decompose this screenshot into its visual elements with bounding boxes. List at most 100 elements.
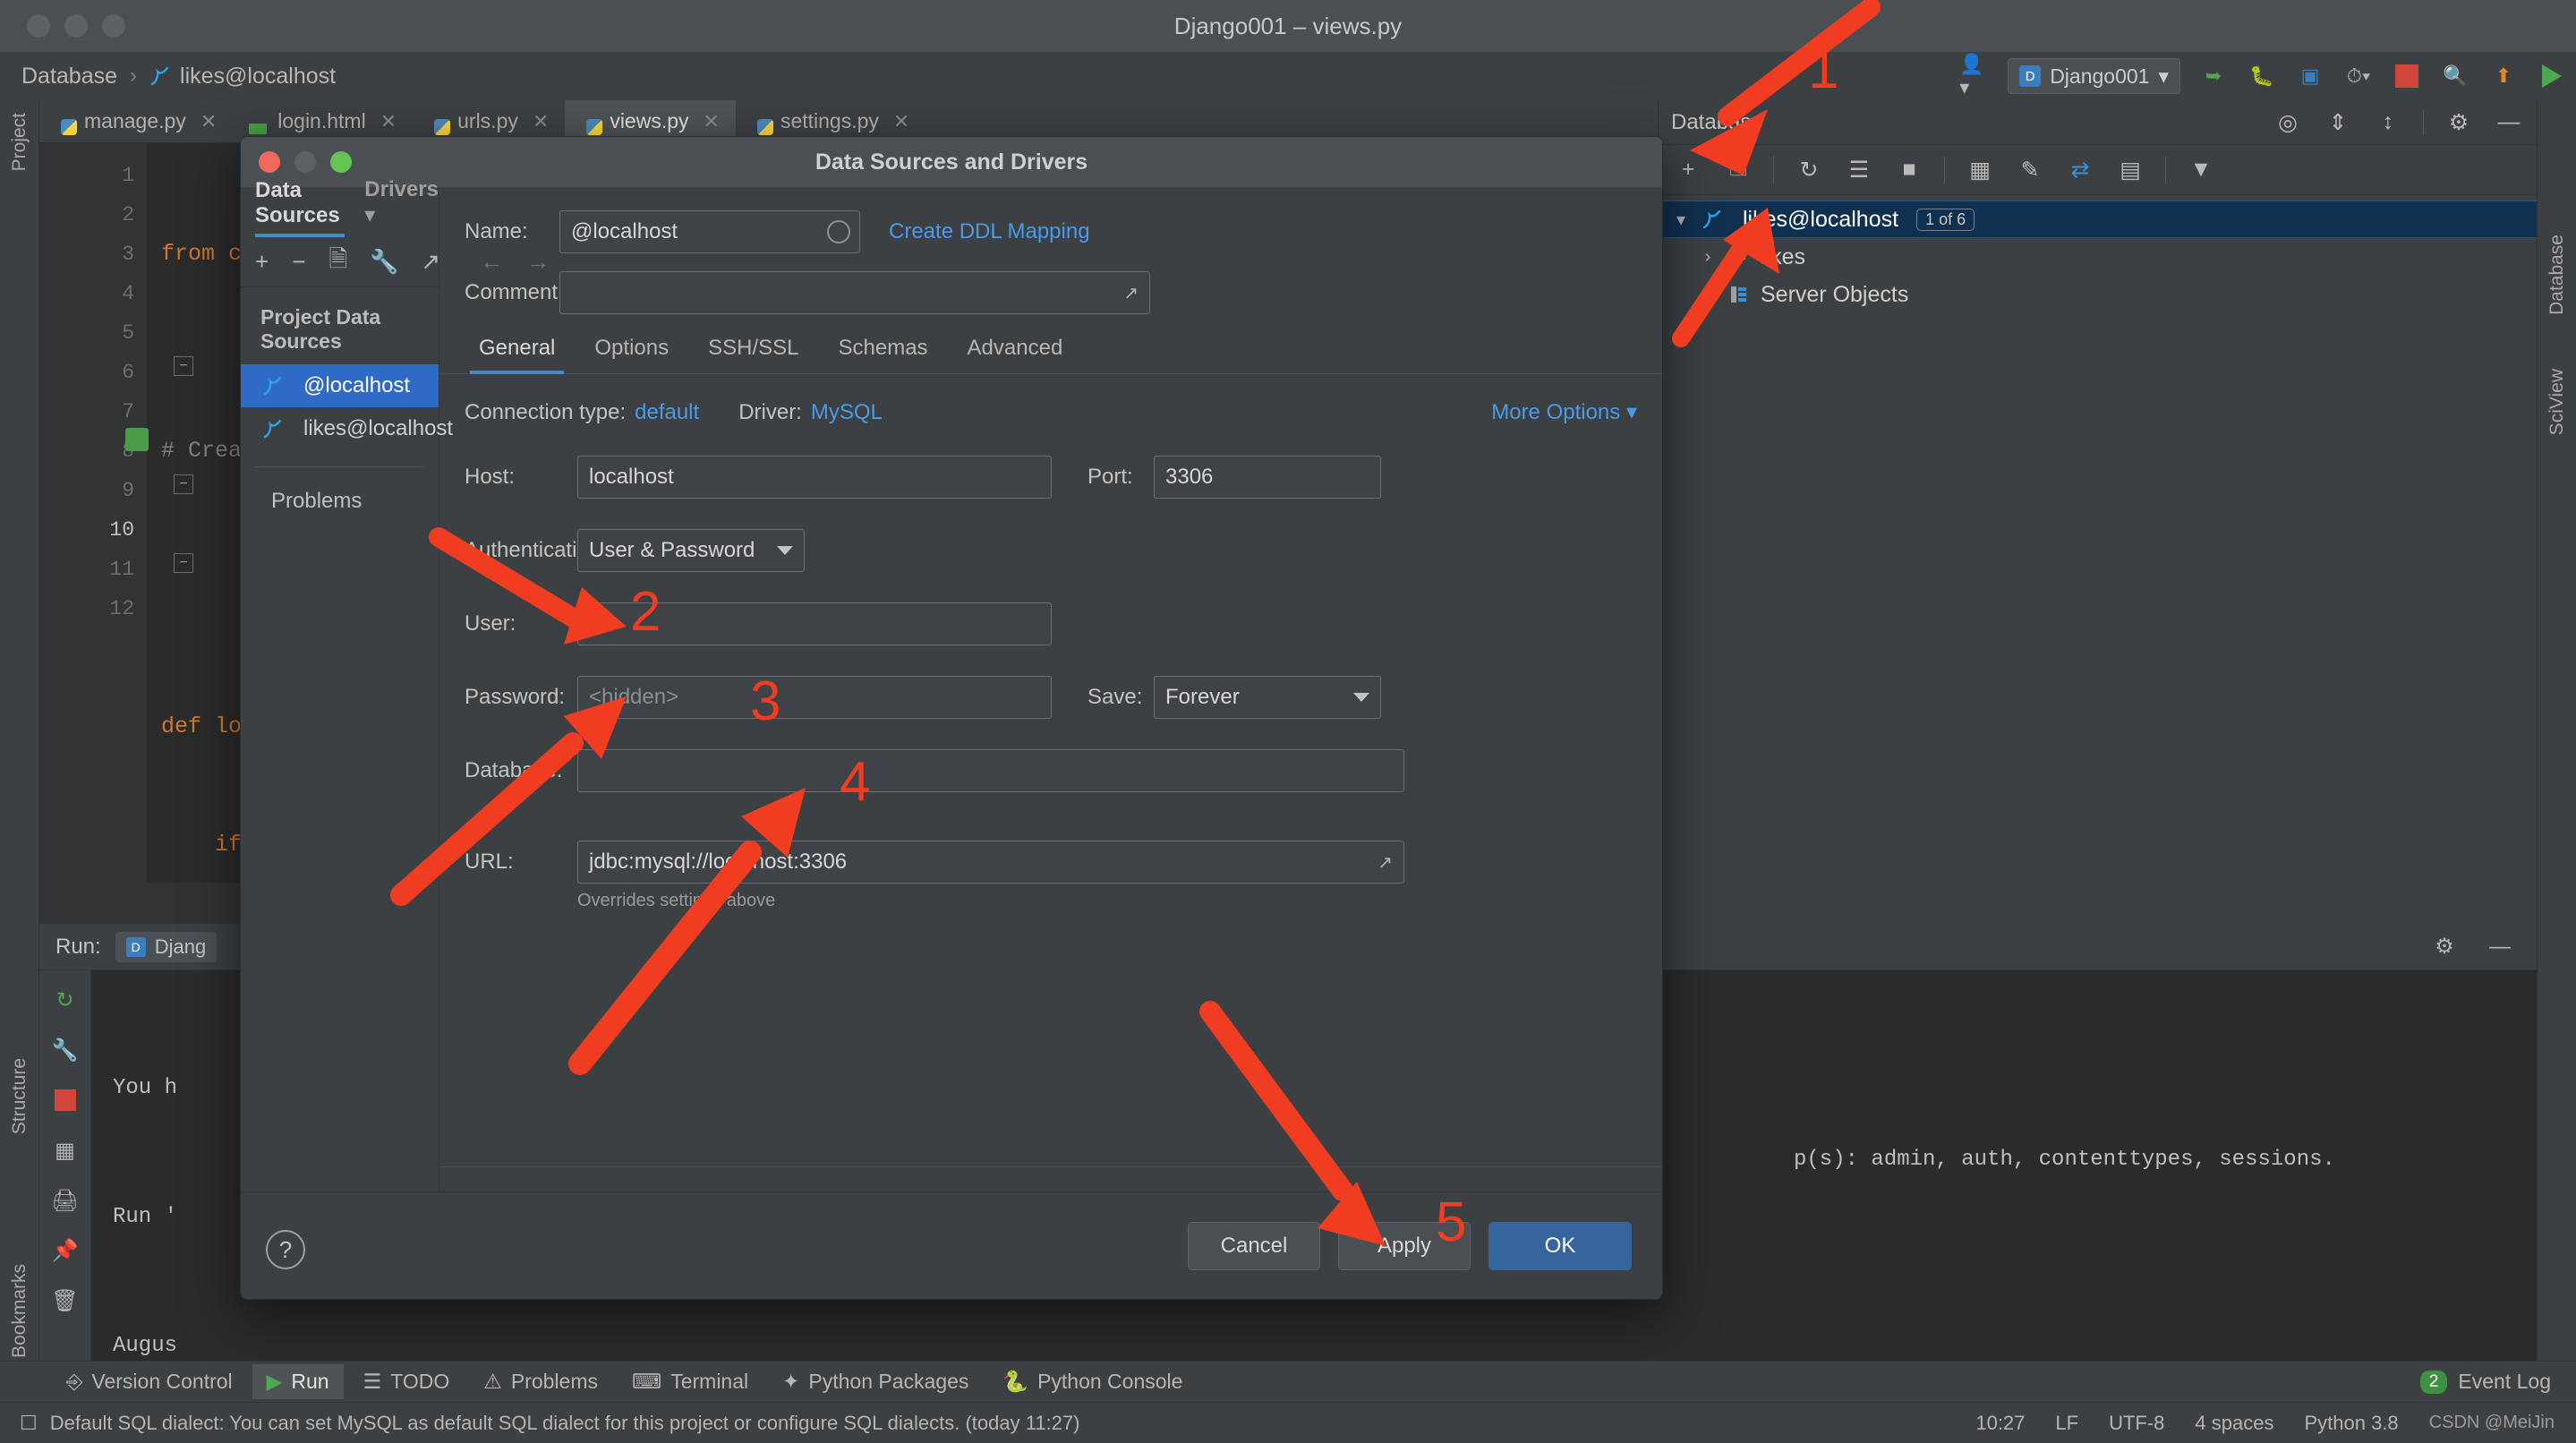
tree-node-likes[interactable]: › likes <box>1659 238 2537 276</box>
save-select[interactable]: Forever <box>1154 676 1381 719</box>
add-icon[interactable]: + <box>1673 155 1703 185</box>
expand-icon[interactable]: ↗ <box>1123 282 1139 304</box>
left-strip-label-structure[interactable]: Structure <box>9 1058 30 1134</box>
minimize-icon[interactable]: — <box>2494 107 2524 138</box>
profile-icon[interactable]: ⏱▾ <box>2343 61 2374 91</box>
comment-input[interactable]: ↗ <box>559 271 1150 314</box>
port-input[interactable]: 3306 <box>1154 456 1381 499</box>
cancel-button[interactable]: Cancel <box>1188 1221 1320 1270</box>
name-input[interactable]: @localhost <box>559 210 860 253</box>
left-strip-label-bookmarks[interactable]: Bookmarks <box>9 1264 30 1358</box>
copy-icon[interactable]: 🗎 <box>328 245 347 276</box>
create-ddl-mapping-link[interactable]: Create DDL Mapping <box>889 219 1090 244</box>
host-input[interactable]: localhost <box>577 456 1052 499</box>
database-input[interactable] <box>577 749 1404 792</box>
locate-icon[interactable]: ◎ <box>2273 107 2303 138</box>
stop-icon[interactable]: ■ <box>1894 155 1924 185</box>
right-strip-label-sciview[interactable]: SciView <box>2546 369 2568 435</box>
table-icon[interactable]: ▦ <box>50 1135 81 1166</box>
add-icon[interactable]: + <box>255 248 269 276</box>
ok-button[interactable]: OK <box>1488 1221 1632 1270</box>
refresh-icon[interactable]: ↻ <box>1794 155 1824 185</box>
tree-node-likes-at-localhost[interactable]: ▾ likes@localhost 1 of 6 <box>1659 201 2537 238</box>
chevron-right-icon[interactable]: › <box>1698 247 1718 268</box>
run-icon[interactable]: ➥ <box>2198 61 2229 91</box>
table-icon[interactable]: ▦ <box>1965 155 1995 185</box>
settings-gear-icon[interactable]: ⚙ <box>2429 932 2460 962</box>
connection-type-value[interactable]: default <box>635 400 699 425</box>
tab-advanced[interactable]: Advanced <box>948 327 1083 373</box>
driver-value[interactable]: MySQL <box>811 400 883 425</box>
tab-ssh-ssl[interactable]: SSH/SSL <box>688 327 818 373</box>
tab-schemas[interactable]: Schemas <box>819 327 948 373</box>
diff-icon[interactable]: ⇄ <box>2065 155 2095 185</box>
bottom-tab-terminal[interactable]: ⌨ Terminal <box>618 1364 763 1399</box>
share-icon[interactable]: ↗ <box>421 248 440 276</box>
problems-label[interactable]: Problems <box>241 483 439 514</box>
status-encoding[interactable]: UTF-8 <box>2109 1412 2164 1435</box>
edit-icon[interactable]: ✎ <box>2015 155 2045 185</box>
breadcrumb-root[interactable]: Database <box>21 64 117 90</box>
status-interpreter[interactable]: Python 3.8 <box>2304 1412 2398 1435</box>
editor-tab-manage-py[interactable]: manage.py ✕ <box>39 100 233 142</box>
run-gutter-icon[interactable] <box>125 428 149 451</box>
filter-icon[interactable]: ▼ <box>2186 155 2216 185</box>
query-console-icon[interactable]: ▤ <box>2115 155 2145 185</box>
bottom-tab-run[interactable]: ▶ Run <box>252 1364 344 1399</box>
wrench-icon[interactable]: 🔧 <box>370 248 398 276</box>
coverage-icon[interactable]: ▣ <box>2295 61 2325 91</box>
fold-marker-icon[interactable]: − <box>174 356 193 376</box>
close-icon[interactable]: ✕ <box>893 110 909 133</box>
status-message[interactable]: Default SQL dialect: You can set MySQL a… <box>50 1412 1080 1435</box>
trash-icon[interactable]: 🗑 <box>50 1285 81 1316</box>
password-input[interactable]: <hidden> <box>577 676 1052 719</box>
pin-icon[interactable]: 📌 <box>50 1235 81 1266</box>
bottom-tab-problems[interactable]: ⚠ Problems <box>469 1364 612 1399</box>
tab-drivers[interactable]: Drivers ▾ <box>364 177 439 237</box>
left-strip-label-project[interactable]: Project <box>9 113 30 171</box>
stop-icon[interactable] <box>2392 61 2422 91</box>
bottom-tab-todo[interactable]: ☰ TODO <box>349 1364 465 1399</box>
tab-options[interactable]: Options <box>575 327 688 373</box>
sync-icon[interactable]: ☰ <box>1844 155 1874 185</box>
remove-icon[interactable]: − <box>292 248 305 276</box>
rerun-icon[interactable]: ↻ <box>50 985 81 1015</box>
close-icon[interactable]: ✕ <box>533 110 549 133</box>
close-icon[interactable]: ✕ <box>380 110 397 133</box>
status-indent[interactable]: 4 spaces <box>2195 1412 2273 1435</box>
chevron-right-icon[interactable]: › <box>1698 285 1718 305</box>
search-icon[interactable]: 🔍 <box>2440 61 2470 91</box>
debug-icon[interactable]: 🐛 <box>2247 61 2277 91</box>
run-configuration-selector[interactable]: D Django001 ▾ <box>2008 58 2180 94</box>
tab-data-sources[interactable]: Data Sources <box>255 178 345 237</box>
chevron-down-icon[interactable]: ▾ <box>1671 209 1691 231</box>
bottom-tab-version-control[interactable]: ⎆ Version Control <box>52 1364 247 1399</box>
status-line-separator[interactable]: LF <box>2055 1412 2078 1435</box>
close-icon[interactable]: ✕ <box>200 110 217 133</box>
help-button[interactable]: ? <box>266 1230 305 1269</box>
event-log-area[interactable]: 2 Event Log <box>2419 1370 2576 1394</box>
update-icon[interactable]: ⬆ <box>2488 61 2519 91</box>
run-window-config-chip[interactable]: D Djang <box>115 931 218 962</box>
play-icon[interactable] <box>2537 61 2567 91</box>
stop-icon[interactable] <box>50 1085 81 1115</box>
close-icon[interactable]: ✕ <box>704 110 720 133</box>
bottom-tab-python-console[interactable]: 🐍 Python Console <box>988 1364 1197 1399</box>
bottom-tab-python-packages[interactable]: ✦ Python Packages <box>768 1364 983 1399</box>
breadcrumb-current[interactable]: likes@localhost <box>180 64 336 90</box>
minimize-icon[interactable]: — <box>2485 932 2515 962</box>
wrench-icon[interactable]: 🔧 <box>50 1035 81 1065</box>
data-source-item-localhost[interactable]: @localhost <box>241 364 439 407</box>
fold-marker-icon[interactable]: − <box>174 553 193 573</box>
url-input[interactable]: jdbc:mysql://localhost:3306 ↗ <box>577 841 1404 884</box>
settings-gear-icon[interactable]: ⚙ <box>2444 107 2474 138</box>
collapse-all-icon[interactable]: ↕ <box>2373 107 2403 138</box>
tab-general[interactable]: General <box>459 327 575 374</box>
copy-icon[interactable]: 🗎 <box>1723 155 1753 185</box>
data-source-item-likes-localhost[interactable]: likes@localhost <box>241 407 453 450</box>
tree-node-server-objects[interactable]: › Server Objects <box>1659 276 2537 313</box>
chevron-down-icon[interactable]: ▾ <box>364 203 375 227</box>
print-icon[interactable]: 🖨 <box>50 1185 81 1216</box>
expand-all-icon[interactable]: ⇕ <box>2323 107 2353 138</box>
expand-icon[interactable]: ↗ <box>1378 851 1393 874</box>
